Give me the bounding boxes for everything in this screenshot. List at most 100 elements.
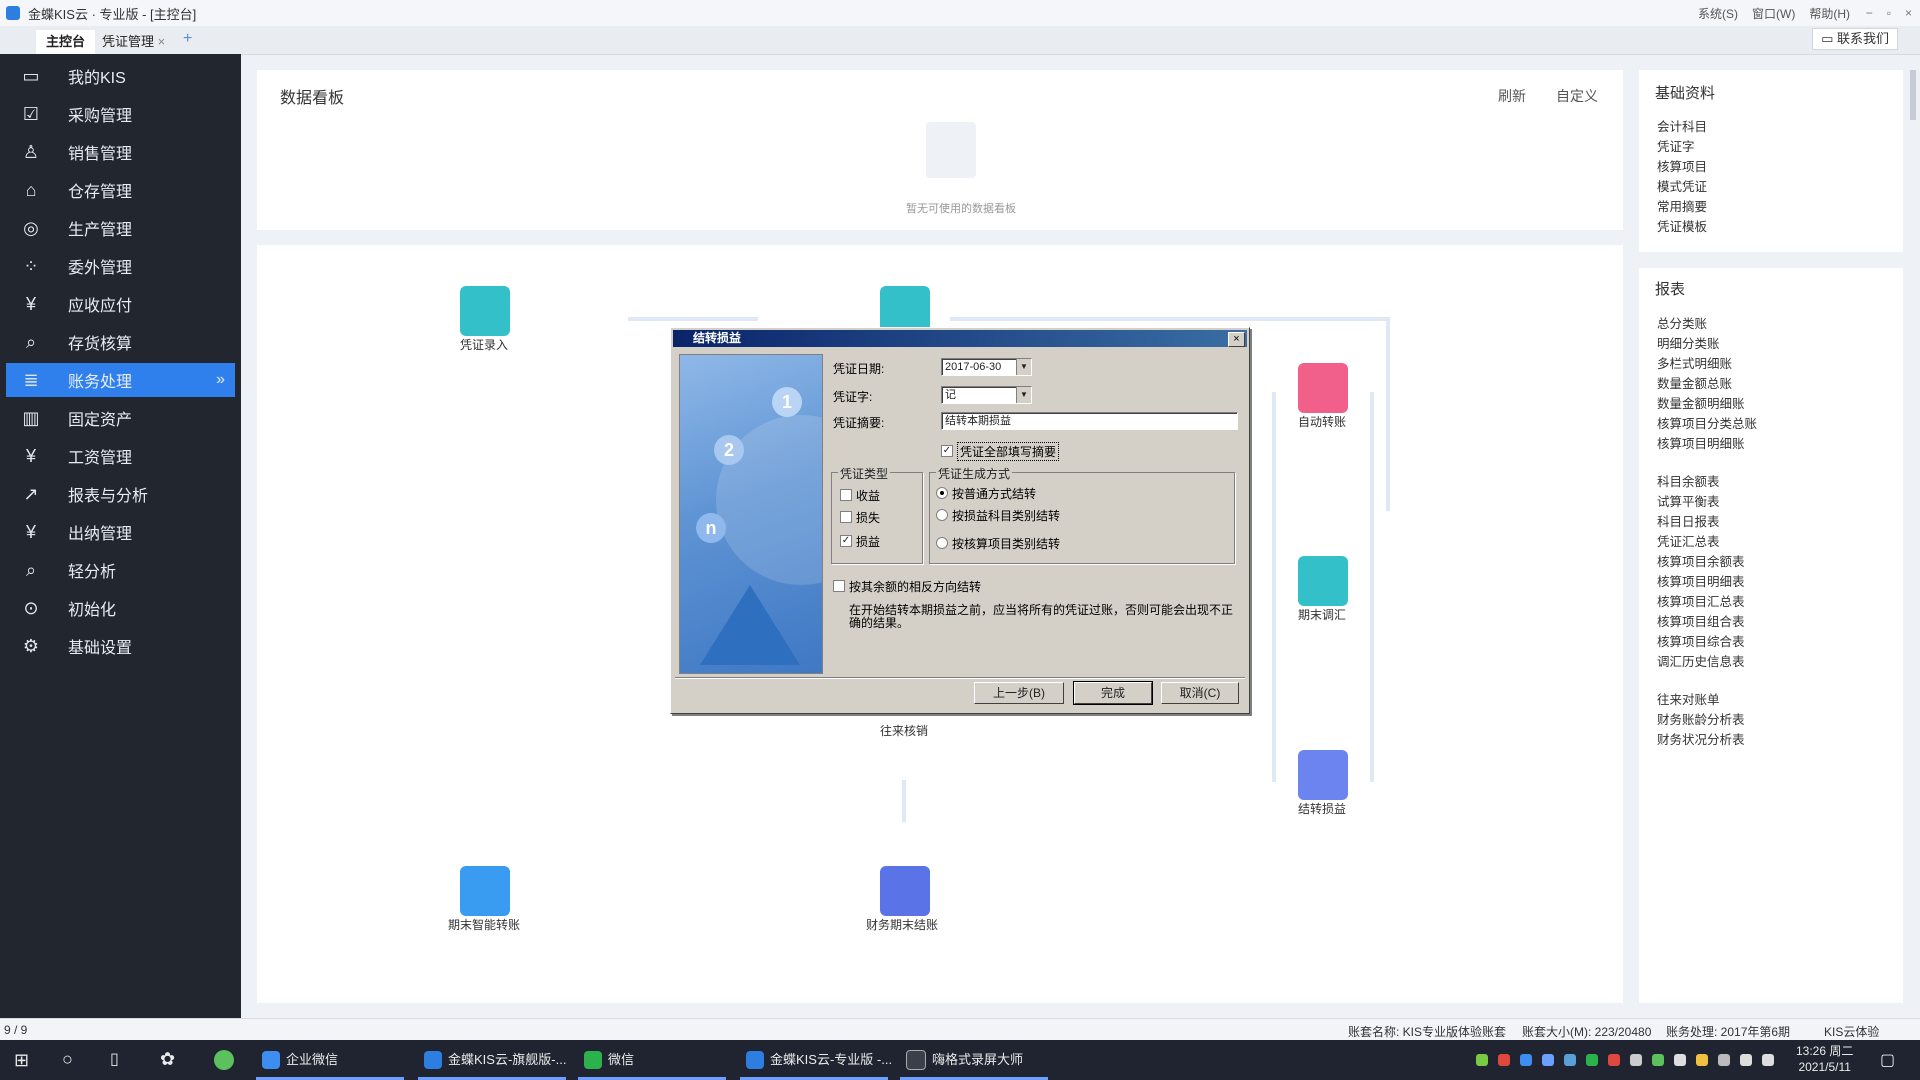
- sidebar-item-12[interactable]: ¥ 出纳管理: [6, 515, 235, 549]
- report-link[interactable]: 科目日报表: [1657, 512, 1745, 532]
- refresh-link[interactable]: 刷新: [1498, 86, 1526, 106]
- report-link[interactable]: 凭证汇总表: [1657, 532, 1745, 552]
- report-link[interactable]: 科目余额表: [1657, 472, 1745, 492]
- loss-checkbox[interactable]: [840, 511, 852, 523]
- tray-icon[interactable]: [1586, 1054, 1598, 1066]
- report-link[interactable]: 核算项目余额表: [1657, 552, 1745, 572]
- sidebar-item-0[interactable]: ▭ 我的KIS: [6, 59, 235, 93]
- report-link[interactable]: 凭证模板: [1657, 217, 1707, 237]
- finish-button[interactable]: 完成: [1073, 681, 1153, 705]
- previous-step-button[interactable]: 上一步(B): [974, 682, 1064, 704]
- fill-all-summary-label[interactable]: 凭证全部填写摘要: [957, 442, 1060, 461]
- report-link[interactable]: 核算项目汇总表: [1657, 592, 1745, 612]
- pinned-app-icon[interactable]: ✿: [160, 1049, 175, 1070]
- windows-start-icon[interactable]: ⊞: [14, 1050, 29, 1071]
- sidebar-item-5[interactable]: ⁘ 委外管理: [6, 249, 235, 283]
- menu-window[interactable]: 窗口(W): [1752, 5, 1795, 22]
- tray-icon[interactable]: [1762, 1054, 1774, 1066]
- contact-us-button[interactable]: ▭ 联系我们: [1812, 28, 1898, 50]
- sidebar-item-13[interactable]: ⌕ 轻分析: [6, 553, 235, 587]
- taskbar-wecom[interactable]: 企业微信: [262, 1040, 338, 1080]
- period-adjust-node[interactable]: [1298, 556, 1348, 606]
- tray-icon[interactable]: [1498, 1054, 1510, 1066]
- scrollbar-thumb[interactable]: [1910, 70, 1916, 120]
- taskbar-recorder[interactable]: 嗨格式录屏大师: [906, 1040, 1023, 1080]
- report-link[interactable]: 核算项目明细表: [1657, 572, 1745, 592]
- report-link[interactable]: 核算项目组合表: [1657, 612, 1745, 632]
- tray-icon[interactable]: [1564, 1054, 1576, 1066]
- restore-button[interactable]: ▫: [1887, 6, 1891, 20]
- notification-icon[interactable]: ▢: [1880, 1050, 1895, 1070]
- tab-main-console[interactable]: 主控台: [36, 30, 96, 54]
- tray-icon[interactable]: [1652, 1054, 1664, 1066]
- sidebar-item-1[interactable]: ☑ 采购管理: [6, 97, 235, 131]
- report-link[interactable]: 往来对账单: [1657, 690, 1745, 710]
- sidebar-item-14[interactable]: ⊙ 初始化: [6, 591, 235, 625]
- period-close-node[interactable]: [880, 866, 930, 916]
- smart-transfer-node[interactable]: [460, 866, 510, 916]
- taskbar-kis-flagship[interactable]: 金蝶KIS云-旗舰版-...: [424, 1040, 566, 1080]
- income-checkbox[interactable]: [840, 489, 852, 501]
- tray-icon[interactable]: [1630, 1054, 1642, 1066]
- tray-icon[interactable]: [1740, 1054, 1752, 1066]
- dialog-close-button[interactable]: ×: [1228, 332, 1245, 347]
- report-link[interactable]: 财务状况分析表: [1657, 730, 1745, 750]
- dropdown-arrow-icon[interactable]: ▼: [1016, 387, 1031, 403]
- tray-icon[interactable]: [1674, 1054, 1686, 1066]
- tray-icon[interactable]: [1520, 1054, 1532, 1066]
- fill-all-summary-checkbox[interactable]: ✓: [941, 445, 953, 457]
- tray-icon[interactable]: [1696, 1054, 1708, 1066]
- report-link[interactable]: 核算项目分类总账: [1657, 414, 1757, 434]
- tray-icon[interactable]: [1718, 1054, 1730, 1066]
- voucher-entry-node[interactable]: [460, 286, 510, 336]
- taskbar-wechat[interactable]: 微信: [584, 1040, 634, 1080]
- auto-transfer-node[interactable]: [1298, 363, 1348, 413]
- tray-icon[interactable]: [1476, 1054, 1488, 1066]
- tray-icon[interactable]: [1542, 1054, 1554, 1066]
- menu-help[interactable]: 帮助(H): [1809, 5, 1850, 22]
- search-icon[interactable]: ○: [62, 1049, 73, 1070]
- sidebar-item-9[interactable]: ▥ 固定资产: [6, 401, 235, 435]
- close-window-button[interactable]: ×: [1905, 6, 1912, 20]
- subject-category-radio[interactable]: [936, 509, 948, 521]
- report-link[interactable]: 模式凭证: [1657, 177, 1707, 197]
- report-link[interactable]: 财务账龄分析表: [1657, 710, 1745, 730]
- sidebar-item-2[interactable]: ♙ 销售管理: [6, 135, 235, 169]
- report-link[interactable]: 数量金额明细账: [1657, 394, 1757, 414]
- sidebar-item-6[interactable]: ¥ 应收应付: [6, 287, 235, 321]
- sidebar-item-15[interactable]: ⚙ 基础设置: [6, 629, 235, 663]
- report-link[interactable]: 试算平衡表: [1657, 492, 1745, 512]
- report-link[interactable]: 常用摘要: [1657, 197, 1707, 217]
- menu-system[interactable]: 系统(S): [1698, 5, 1738, 22]
- voucher-date-select[interactable]: 2017-06-30 ▼: [941, 358, 1032, 376]
- cancel-button[interactable]: 取消(C): [1161, 682, 1239, 704]
- sidebar-item-3[interactable]: ⌂ 仓存管理: [6, 173, 235, 207]
- task-view-icon[interactable]: ▯: [110, 1049, 119, 1069]
- reverse-direction-checkbox[interactable]: [833, 580, 845, 592]
- expand-chevron-icon[interactable]: »: [216, 371, 225, 389]
- browser-icon[interactable]: [214, 1050, 234, 1070]
- report-link[interactable]: 核算项目: [1657, 157, 1707, 177]
- profit-loss-checkbox[interactable]: ✓: [840, 535, 852, 547]
- report-link[interactable]: 多栏式明细账: [1657, 354, 1757, 374]
- summary-input[interactable]: 结转本期损益: [941, 412, 1238, 430]
- profit-transfer-node[interactable]: [1298, 750, 1348, 800]
- report-link[interactable]: 核算项目明细账: [1657, 434, 1757, 454]
- tab-voucher-management[interactable]: 凭证管理 ×: [92, 30, 175, 54]
- add-tab-icon[interactable]: +: [183, 30, 192, 48]
- tab-close-icon[interactable]: ×: [158, 34, 166, 49]
- report-link[interactable]: 调汇历史信息表: [1657, 652, 1745, 672]
- normal-transfer-radio[interactable]: [936, 487, 948, 499]
- report-link[interactable]: 明细分类账: [1657, 334, 1757, 354]
- sidebar-item-7[interactable]: ⌕ 存货核算: [6, 325, 235, 359]
- report-link[interactable]: 核算项目综合表: [1657, 632, 1745, 652]
- voucher-word-select[interactable]: 记 ▼: [941, 386, 1032, 404]
- report-link[interactable]: 数量金额总账: [1657, 374, 1757, 394]
- report-link[interactable]: 会计科目: [1657, 117, 1707, 137]
- sidebar-item-10[interactable]: ¥ 工资管理: [6, 439, 235, 473]
- item-category-radio[interactable]: [936, 537, 948, 549]
- minimize-button[interactable]: −: [1866, 6, 1873, 20]
- sidebar-item-4[interactable]: ◎ 生产管理: [6, 211, 235, 245]
- customize-link[interactable]: 自定义: [1556, 86, 1598, 106]
- taskbar-kis-pro[interactable]: 金蝶KIS云-专业版 -...: [746, 1040, 892, 1080]
